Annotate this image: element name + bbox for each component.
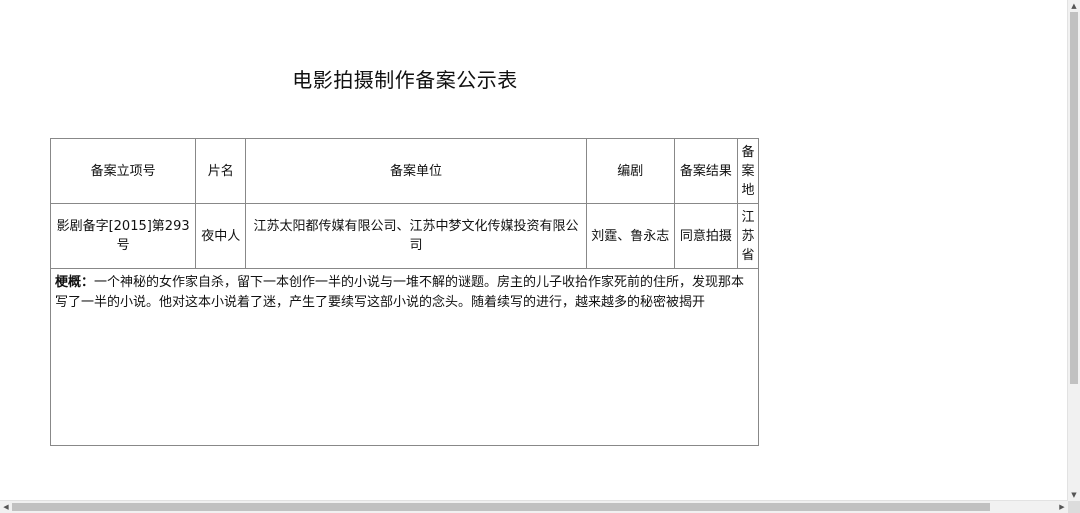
header-location: 备案地 [736, 138, 760, 204]
header-unit: 备案单位 [245, 138, 587, 204]
scrollbar-corner [1068, 501, 1080, 513]
scroll-left-arrow-icon[interactable]: ◀ [0, 501, 12, 513]
horizontal-scroll-thumb[interactable] [12, 503, 990, 511]
header-result: 备案结果 [673, 138, 738, 204]
table-header-row: 备案立项号 片名 备案单位 编剧 备案结果 备案地 [49, 138, 760, 204]
scroll-down-arrow-icon[interactable]: ▼ [1068, 489, 1080, 501]
scroll-right-arrow-icon[interactable]: ▶ [1056, 501, 1068, 513]
cell-record-no: 影剧备字[2015]第293号 [49, 203, 197, 269]
record-table: 备案立项号 片名 备案单位 编剧 备案结果 备案地 影剧备字[2015]第293… [49, 138, 760, 446]
header-record-no: 备案立项号 [49, 138, 197, 204]
vertical-scrollbar[interactable]: ▲ ▼ [1067, 0, 1080, 501]
summary-row: 梗概：一个神秘的女作家自杀，留下一本创作一半的小说与一堆不解的谜题。房主的儿子收… [50, 268, 759, 446]
table-row: 影剧备字[2015]第293号 夜中人 江苏太阳都传媒有限公司、江苏中梦文化传媒… [49, 203, 760, 269]
summary-label: 梗概： [55, 275, 95, 290]
cell-film-name: 夜中人 [195, 203, 247, 269]
cell-unit: 江苏太阳都传媒有限公司、江苏中梦文化传媒投资有限公司 [245, 203, 587, 269]
header-screenwriter: 编剧 [585, 138, 675, 204]
scroll-up-arrow-icon[interactable]: ▲ [1068, 0, 1080, 12]
summary-text: 一个神秘的女作家自杀，留下一本创作一半的小说与一堆不解的谜题。房主的儿子收拾作家… [55, 275, 745, 310]
page-title: 电影拍摄制作备案公示表 [292, 68, 518, 92]
cell-location: 江苏省 [736, 203, 760, 269]
cell-result: 同意拍摄 [673, 203, 738, 269]
header-film-name: 片名 [195, 138, 247, 204]
summary-cell: 梗概：一个神秘的女作家自杀，留下一本创作一半的小说与一堆不解的谜题。房主的儿子收… [50, 268, 759, 446]
vertical-scroll-thumb[interactable] [1070, 12, 1078, 384]
page-viewport: 电影拍摄制作备案公示表 备案立项号 片名 备案单位 编剧 备案结果 备案地 影剧… [0, 0, 1080, 513]
cell-screenwriter: 刘霆、鲁永志 [585, 203, 675, 269]
horizontal-scrollbar[interactable]: ◀ ▶ [0, 500, 1068, 513]
